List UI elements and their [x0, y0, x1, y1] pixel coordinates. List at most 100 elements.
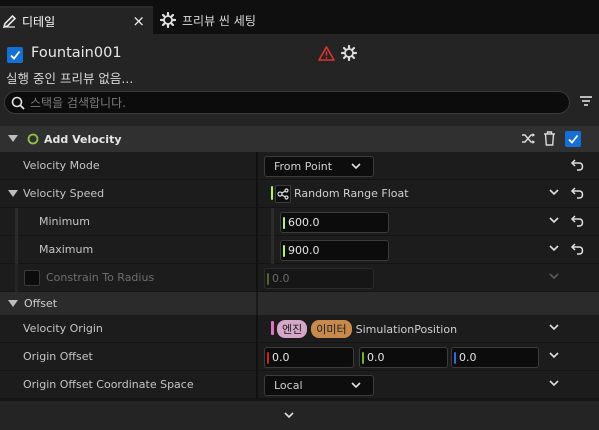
show-advanced-chevron-icon[interactable]	[284, 412, 294, 419]
section-offset-header[interactable]: Offset	[0, 292, 599, 315]
module-status-icon	[27, 133, 39, 145]
emitter-name: Fountain001	[31, 45, 122, 61]
shuffle-icon[interactable]	[521, 132, 536, 145]
checkmark-icon	[10, 50, 21, 60]
tab-details[interactable]: 디테일 ×	[0, 6, 153, 34]
coordinate-space-label: Origin Offset Coordinate Space	[23, 378, 194, 391]
chevron-down-icon[interactable]	[549, 245, 559, 252]
property-row-maximum: Maximum 900.0	[0, 236, 599, 264]
velocity-speed-label: Velocity Speed	[23, 187, 105, 200]
linked-parameter[interactable]: 엔진 이미터 SimulationPosition	[277, 320, 457, 338]
dynamic-input-icon[interactable]	[275, 185, 291, 203]
column-divider	[256, 180, 258, 208]
chevron-down-icon[interactable]	[549, 324, 559, 331]
tab-preview-scene-settings[interactable]: 프리뷰 씬 세팅	[160, 6, 256, 34]
coordinate-space-dropdown[interactable]: Local	[264, 375, 374, 396]
velocity-origin-value: SimulationPosition	[355, 322, 458, 336]
origin-offset-y-input[interactable]: 0.0	[359, 347, 448, 368]
emitter-settings-gear-icon[interactable]	[341, 45, 357, 61]
close-tab-icon[interactable]: ×	[132, 12, 145, 30]
collapse-arrow-icon[interactable]	[8, 135, 18, 143]
velocity-mode-dropdown[interactable]: From Point	[264, 156, 374, 177]
property-row-origin-offset: Origin Offset 0.0 0.0 0.0	[0, 343, 599, 371]
maximum-label: Maximum	[39, 243, 94, 256]
engine-namespace-tag: 엔진	[277, 320, 308, 338]
chevron-down-icon[interactable]	[549, 352, 559, 359]
minimum-value: 600.0	[288, 216, 320, 229]
preview-status-text: 실행 중인 프리뷰 없음...	[6, 71, 134, 86]
property-row-minimum: Minimum 600.0	[0, 208, 599, 236]
float-type-bar	[283, 245, 285, 257]
column-divider	[256, 236, 258, 264]
property-row-velocity-origin: Velocity Origin 엔진 이미터 SimulationPositio…	[0, 315, 599, 343]
origin-offset-x-input[interactable]: 0.0	[264, 347, 354, 368]
constrain-to-radius-value: 0.0	[272, 272, 290, 285]
column-divider	[256, 371, 258, 399]
coordinate-space-value: Local	[274, 379, 303, 392]
property-row-constrain-to-radius: Constrain To Radius 0.0	[0, 264, 599, 292]
indent-guide	[271, 208, 274, 236]
velocity-mode-label: Velocity Mode	[23, 159, 100, 172]
chevron-down-icon[interactable]	[549, 380, 559, 387]
search-input[interactable]	[30, 95, 530, 110]
y-axis-bar	[362, 352, 364, 364]
origin-offset-x-value: 0.0	[272, 351, 290, 364]
emitter-enabled-checkbox[interactable]	[7, 47, 23, 63]
module-footer	[0, 401, 599, 430]
origin-offset-label: Origin Offset	[23, 350, 93, 363]
search-box[interactable]	[4, 91, 570, 114]
reset-to-default-icon[interactable]	[570, 215, 584, 227]
gear-icon	[160, 12, 176, 28]
velocity-speed-value: Random Range Float	[294, 187, 409, 200]
chevron-down-icon[interactable]	[549, 189, 559, 196]
chevron-down-icon	[351, 163, 361, 170]
reset-to-default-icon[interactable]	[570, 187, 584, 199]
tab-details-label: 디테일	[22, 14, 56, 29]
float-type-bar	[267, 273, 269, 285]
reset-to-default-icon[interactable]	[570, 159, 584, 171]
velocity-mode-value: From Point	[274, 160, 333, 173]
column-divider	[256, 264, 258, 292]
tab-preview-label: 프리뷰 씬 세팅	[182, 13, 256, 28]
velocity-origin-label: Velocity Origin	[23, 322, 103, 335]
indent-guide	[15, 208, 18, 236]
reset-to-default-icon[interactable]	[570, 243, 584, 255]
column-divider	[256, 315, 258, 343]
emitter-namespace-tag: 이미터	[311, 320, 352, 338]
maximum-input[interactable]: 900.0	[280, 240, 389, 261]
column-divider	[256, 152, 258, 180]
column-divider	[256, 292, 258, 315]
search-row	[0, 88, 599, 126]
pencil-icon	[2, 14, 17, 29]
column-divider	[256, 208, 258, 236]
delete-trash-icon[interactable]	[543, 131, 556, 146]
module-title: Add Velocity	[44, 132, 122, 146]
constrain-to-radius-label: Constrain To Radius	[46, 271, 155, 284]
checkmark-icon	[568, 134, 579, 144]
x-axis-bar	[267, 352, 269, 364]
module-add-velocity-header[interactable]: Add Velocity	[0, 126, 599, 152]
minimum-input[interactable]: 600.0	[280, 212, 389, 233]
module-enabled-checkbox[interactable]	[565, 131, 581, 147]
chevron-down-icon	[549, 273, 559, 280]
warning-icon[interactable]	[318, 46, 335, 61]
column-divider	[256, 343, 258, 371]
property-row-velocity-mode: Velocity Mode From Point	[0, 152, 599, 180]
chevron-down-icon	[351, 382, 361, 389]
chevron-down-icon[interactable]	[549, 217, 559, 224]
origin-offset-z-input[interactable]: 0.0	[451, 347, 539, 368]
search-icon	[11, 96, 25, 110]
collapse-arrow-icon[interactable]	[8, 299, 18, 308]
section-offset-title: Offset	[24, 297, 58, 310]
filter-icon[interactable]	[579, 95, 593, 107]
origin-offset-y-value: 0.0	[367, 351, 385, 364]
property-row-origin-offset-coordinate-space: Origin Offset Coordinate Space Local	[0, 371, 599, 399]
z-axis-bar	[454, 352, 456, 364]
indent-guide	[15, 264, 18, 292]
constrain-to-radius-checkbox[interactable]	[24, 270, 40, 286]
maximum-value: 900.0	[288, 244, 320, 257]
tab-bar: 디테일 × 프리뷰 씬 세팅	[0, 0, 599, 34]
origin-offset-z-value: 0.0	[459, 351, 477, 364]
collapse-arrow-icon[interactable]	[8, 190, 18, 198]
indent-guide	[271, 236, 274, 264]
